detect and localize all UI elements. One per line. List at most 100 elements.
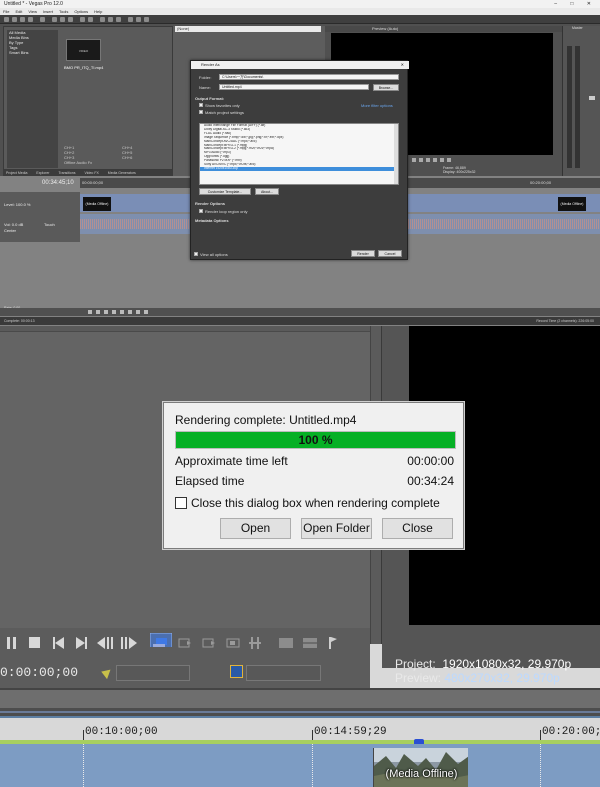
timeline-ruler-zoomed[interactable]: 00:10:00;00 00:14:59;29 00:20:00;00	[0, 716, 600, 744]
go-to-end-icon[interactable]	[75, 636, 89, 650]
tab-project-media[interactable]: Project Media	[6, 171, 27, 175]
open-button[interactable]: Open	[220, 518, 291, 539]
folder-field[interactable]: C:\Users\一万\Documents\	[219, 74, 399, 80]
trim-to-timeline-icon[interactable]	[150, 633, 172, 647]
tab-transitions[interactable]: Transitions	[58, 171, 75, 175]
pause-icon[interactable]	[120, 310, 124, 314]
loop-region-icon[interactable]	[302, 636, 318, 650]
next-frame-icon[interactable]	[447, 158, 451, 162]
cancel-button[interactable]: Cancel	[378, 250, 402, 257]
normal-edit-tool-icon[interactable]	[100, 17, 105, 22]
add-to-timeline-icon[interactable]	[178, 636, 192, 650]
tree-item[interactable]: Smart Bins	[7, 50, 58, 55]
trimmer-selection-end[interactable]	[246, 665, 321, 681]
match-project-checkbox[interactable]	[199, 110, 203, 114]
open-icon[interactable]	[12, 17, 17, 22]
tab-explorer[interactable]: Explorer	[36, 171, 49, 175]
lock-envelopes-icon[interactable]	[144, 17, 149, 22]
grid-line	[312, 744, 313, 787]
split-icon[interactable]	[248, 636, 262, 650]
overwrite-icon[interactable]	[226, 636, 240, 650]
play-icon[interactable]	[419, 158, 423, 162]
stop-icon[interactable]	[28, 636, 42, 650]
menu-insert[interactable]: Insert	[43, 9, 53, 14]
zoom-fit-icon[interactable]	[278, 636, 294, 650]
clip-thumb-left[interactable]: (Media Offline)	[83, 197, 111, 211]
render-icon[interactable]	[40, 17, 45, 22]
browse-button[interactable]: Browse...	[373, 84, 399, 91]
output-format-header[interactable]: Output Format:	[195, 96, 224, 101]
track2-volume[interactable]: Vol: 0.0 dB	[4, 222, 23, 227]
trimmer-selection-start[interactable]	[116, 665, 190, 681]
close-when-complete-label[interactable]: Close this dialog box when rendering com…	[191, 496, 440, 510]
clip-thumb-right[interactable]: (Media Offline)	[558, 197, 586, 211]
window-controls[interactable]: ‒ □ ✕	[554, 0, 597, 8]
favorites-checkbox[interactable]	[199, 103, 203, 107]
media-offline-clip[interactable]: (Media Offline)	[373, 748, 468, 787]
name-field[interactable]: Untitled.mp4	[219, 84, 369, 90]
copy-icon[interactable]	[60, 17, 65, 22]
menu-tools[interactable]: Tools	[59, 9, 68, 14]
render-complete-status: Complete: 00:00:13	[4, 319, 35, 323]
close-when-complete-checkbox[interactable]	[175, 497, 187, 509]
next-frame-icon[interactable]	[120, 636, 138, 650]
add-trim-icon[interactable]	[202, 636, 216, 650]
media-filename[interactable]: BMO PR_ITQ_TI.mp4	[64, 65, 103, 70]
menu-help[interactable]: Help	[94, 9, 102, 14]
menu-file[interactable]: File	[3, 9, 9, 14]
close-icon[interactable]: ✕	[401, 61, 404, 69]
play-icon[interactable]	[112, 310, 116, 314]
go-to-start-icon[interactable]	[136, 310, 140, 314]
render-loop-checkbox[interactable]	[199, 209, 203, 213]
automation-mode[interactable]: Touch	[44, 222, 55, 227]
snapping-icon[interactable]	[128, 17, 133, 22]
marker-icon[interactable]	[328, 636, 338, 650]
pause-icon[interactable]	[5, 636, 19, 650]
selection-tool-icon[interactable]	[116, 17, 121, 22]
master-fader-handle[interactable]	[589, 96, 595, 100]
new-icon[interactable]	[4, 17, 9, 22]
loop-icon[interactable]	[412, 158, 416, 162]
pause-icon[interactable]	[426, 158, 430, 162]
stop-icon[interactable]	[433, 158, 437, 162]
menu-view[interactable]: View	[28, 9, 37, 14]
list-item-selected[interactable]: Internet 1920x1080-30p	[200, 166, 398, 171]
view-all-checkbox[interactable]	[194, 252, 198, 256]
go-to-start-icon[interactable]	[52, 636, 66, 650]
close-button[interactable]: Close	[382, 518, 453, 539]
play-from-start-icon[interactable]	[104, 310, 108, 314]
trimmer-combo[interactable]: (None)	[175, 26, 321, 32]
tab-media-generators[interactable]: Media Generators	[108, 171, 136, 175]
render-options-header[interactable]: Render Options	[195, 201, 225, 206]
video-track-zoomed[interactable]: (Media Offline)	[0, 744, 600, 787]
properties-icon[interactable]	[28, 17, 33, 22]
save-icon[interactable]	[20, 17, 25, 22]
previous-frame-icon[interactable]	[96, 636, 114, 650]
envelope-tool-icon[interactable]	[108, 17, 113, 22]
media-thumbnail[interactable]: VIDEO	[66, 39, 101, 61]
auto-ripple-icon[interactable]	[136, 17, 141, 22]
out-point-marker[interactable]	[230, 665, 243, 678]
record-icon[interactable]	[88, 310, 92, 314]
customize-template-button[interactable]: Customize Template...	[199, 188, 251, 195]
preview-quality-combo[interactable]: Preview (Auto)	[325, 26, 562, 32]
redo-icon[interactable]	[88, 17, 93, 22]
go-to-end-icon[interactable]	[144, 310, 148, 314]
track2-pan[interactable]: Center	[4, 228, 16, 233]
stop-icon[interactable]	[128, 310, 132, 314]
menu-edit[interactable]: Edit	[15, 9, 22, 14]
list-scrollbar[interactable]	[394, 124, 398, 184]
track1-level[interactable]: Level: 100.0 %	[4, 202, 30, 207]
cut-icon[interactable]	[52, 17, 57, 22]
prev-frame-icon[interactable]	[440, 158, 444, 162]
loop-icon[interactable]	[96, 310, 100, 314]
metadata-options-header[interactable]: Metadata Options	[195, 218, 229, 223]
more-filter-link[interactable]: More filter options	[361, 103, 393, 108]
undo-icon[interactable]	[80, 17, 85, 22]
menu-options[interactable]: Options	[74, 9, 88, 14]
render-button[interactable]: Render	[351, 250, 375, 257]
tab-video-fx[interactable]: Video FX	[84, 171, 98, 175]
open-folder-button[interactable]: Open Folder	[301, 518, 372, 539]
about-button[interactable]: About...	[255, 188, 279, 195]
paste-icon[interactable]	[68, 17, 73, 22]
